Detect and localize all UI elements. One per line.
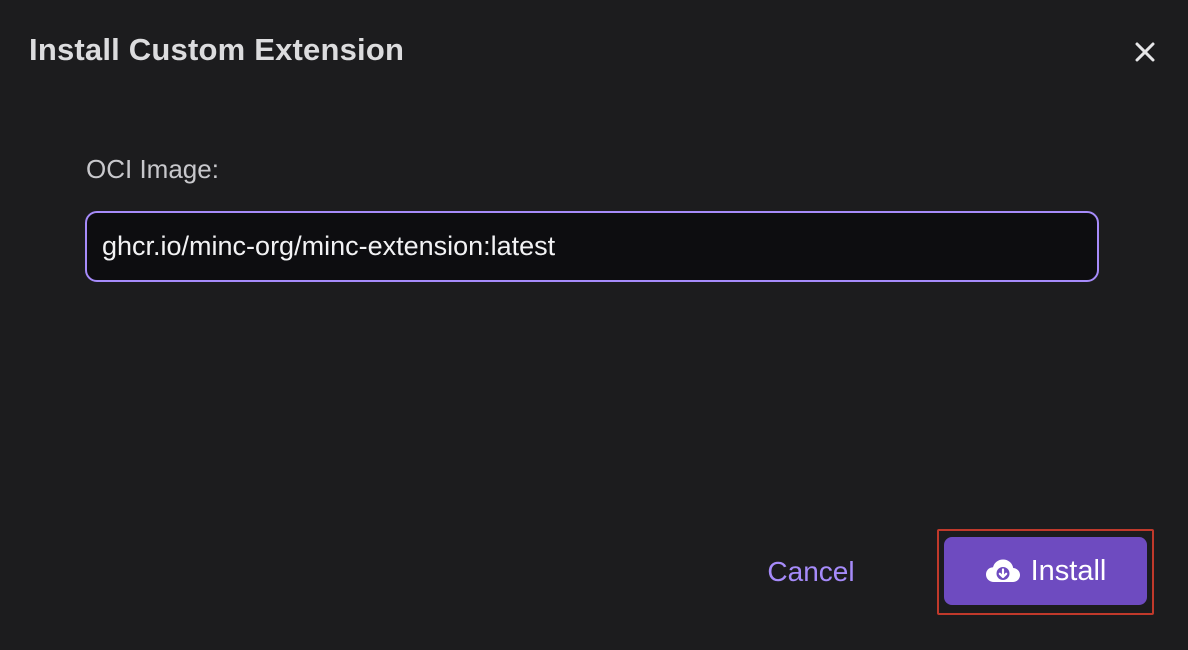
oci-image-input[interactable] xyxy=(87,213,1097,280)
close-icon xyxy=(1135,42,1155,62)
install-extension-dialog: Install Custom Extension OCI Image: Canc… xyxy=(0,0,1188,650)
close-button[interactable] xyxy=(1129,36,1161,68)
oci-image-label: OCI Image: xyxy=(86,154,219,184)
dialog-title: Install Custom Extension xyxy=(29,32,405,67)
install-button-label: Install xyxy=(1030,554,1107,587)
cloud-download-icon xyxy=(985,558,1021,584)
oci-image-field xyxy=(85,211,1099,282)
cancel-button[interactable]: Cancel xyxy=(752,550,870,594)
install-button[interactable]: Install xyxy=(944,537,1147,605)
